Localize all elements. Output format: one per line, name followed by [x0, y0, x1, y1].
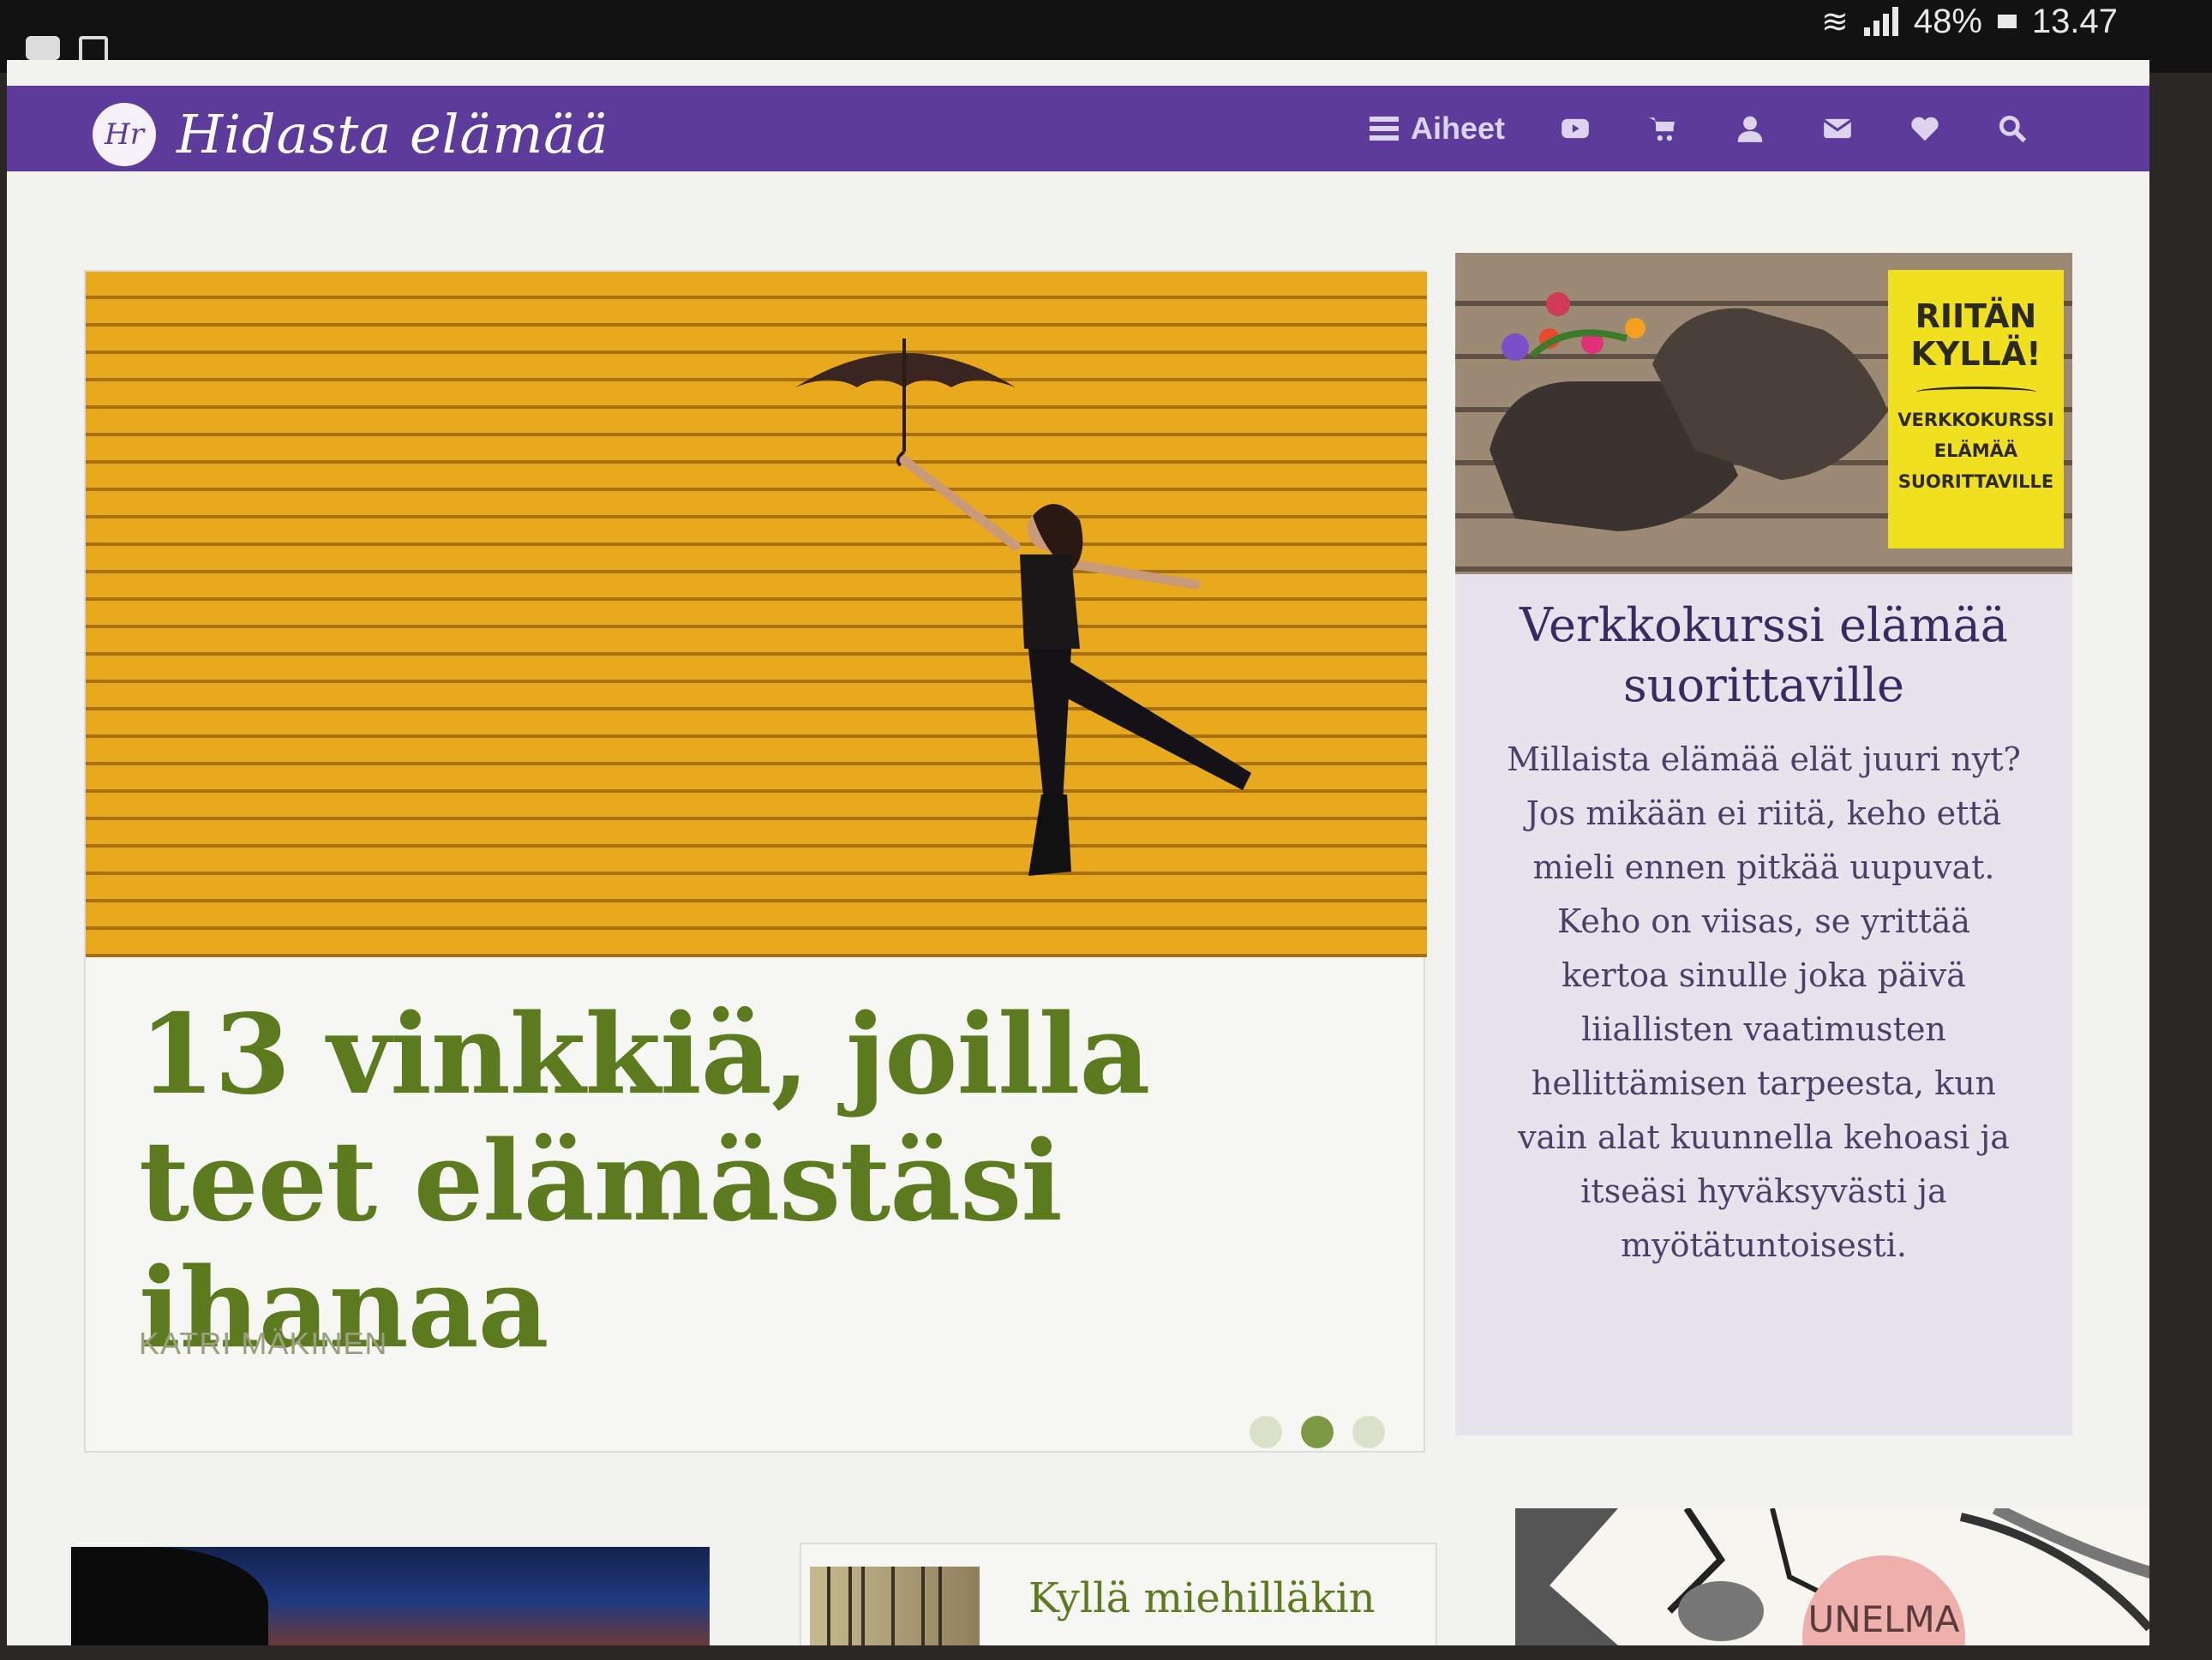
article-card[interactable]: Kyllä miehilläkin	[800, 1543, 1437, 1645]
user-icon[interactable]	[1733, 111, 1767, 146]
search-icon[interactable]	[1995, 111, 2029, 146]
featured-article-author[interactable]: KATRI MÄKINEN	[139, 1326, 387, 1362]
dream-map-image[interactable]: UNELMA	[1515, 1508, 2149, 1645]
wifi-icon: ≋	[1820, 3, 1849, 40]
slider-dot-3[interactable]	[1352, 1416, 1385, 1448]
system-indicators: ≋ 48% 13.47	[1821, 0, 2118, 43]
youtube-notification-icon	[26, 36, 60, 60]
heart-icon[interactable]	[1908, 111, 1942, 146]
site-logo[interactable]: Hidasta elämää	[177, 103, 608, 165]
article-thumbnail-night[interactable]	[71, 1547, 710, 1645]
course-ad-image[interactable]: RIITÄN KYLLÄ! VERKKOKURSSI ELÄMÄÄ SUORIT…	[1455, 253, 2072, 574]
site-header: Hr Hidasta elämää Aiheet	[7, 86, 2149, 171]
signal-icon	[1863, 7, 1898, 36]
slider-dot-2[interactable]	[1301, 1416, 1334, 1448]
battery-icon	[1997, 15, 2017, 28]
course-badge: RIITÄN KYLLÄ! VERKKOKURSSI ELÄMÄÄ SUORIT…	[1888, 270, 2064, 548]
featured-article-card[interactable]: 13 vinkkiä, joilla teet elämästäsi ihana…	[84, 270, 1427, 1453]
article-thumbnail[interactable]	[810, 1567, 980, 1645]
cart-icon[interactable]	[1646, 111, 1680, 146]
mail-icon[interactable]	[1820, 111, 1855, 146]
topics-menu-button[interactable]: Aiheet	[1369, 111, 1505, 147]
clock: 13.47	[2031, 2, 2118, 40]
battery-percent: 48%	[1913, 2, 1982, 40]
logo-mark-icon[interactable]: Hr	[93, 103, 156, 166]
topics-label: Aiheet	[1410, 111, 1505, 146]
main-nav: Aiheet	[1369, 86, 2029, 171]
slider-dot-1[interactable]	[1250, 1416, 1282, 1448]
slider-pagination	[1250, 1416, 1385, 1448]
course-ad-card[interactable]: RIITÄN KYLLÄ! VERKKOKURSSI ELÄMÄÄ SUORIT…	[1455, 253, 2072, 1435]
article-title[interactable]: Kyllä miehilläkin	[1028, 1574, 1376, 1622]
featured-article-title[interactable]: 13 vinkkiä, joilla teet elämästäsi ihana…	[139, 992, 1339, 1372]
browser-viewport: Hr Hidasta elämää Aiheet 13 vinkkiä, joi…	[7, 60, 2149, 1645]
youtube-icon[interactable]	[1558, 111, 1592, 146]
featured-article-image[interactable]	[86, 272, 1427, 957]
course-ad-title[interactable]: Verkkokurssi elämää suorittaville	[1481, 596, 2047, 716]
course-ad-description: Millaista elämää elät juuri nyt? Jos mik…	[1507, 740, 2021, 1264]
hamburger-icon	[1369, 117, 1399, 141]
